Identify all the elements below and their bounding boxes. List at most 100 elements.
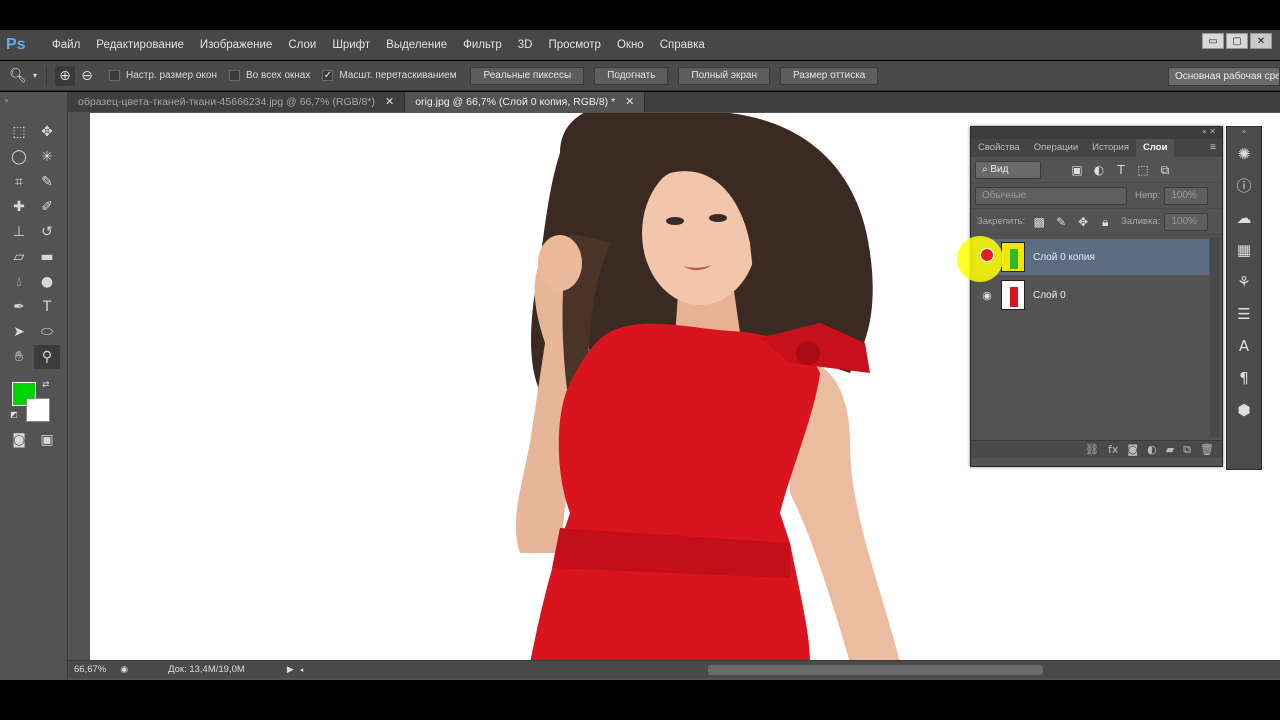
tab-actions[interactable]: Операции xyxy=(1027,139,1085,157)
lock-all-icon[interactable]: 🔒︎ xyxy=(1097,214,1113,230)
menu-select[interactable]: Выделение xyxy=(378,30,455,60)
checkmark-icon[interactable]: ✓ xyxy=(322,70,334,81)
image-filter-icon[interactable]: ▣ xyxy=(1069,162,1085,178)
marquee-tool-icon[interactable]: ⬚ xyxy=(6,120,32,144)
info-icon[interactable]: ⓘ xyxy=(1227,172,1261,200)
lock-pixels-icon[interactable]: ✎ xyxy=(1053,214,1069,230)
eyedropper-icon[interactable]: ✎ xyxy=(34,170,60,194)
eraser-tool-icon[interactable]: ▱ xyxy=(6,245,32,269)
path-selection-icon[interactable]: ➤ xyxy=(6,320,32,344)
magic-wand-icon[interactable]: ✳ xyxy=(34,145,60,169)
checkbox-box[interactable] xyxy=(229,70,240,81)
menu-type[interactable]: Шрифт xyxy=(324,30,378,60)
fit-screen-button[interactable]: Подогнать xyxy=(594,66,669,85)
crop-tool-icon[interactable]: ⌗ xyxy=(6,170,32,194)
pen-tool-icon[interactable]: ✒ xyxy=(6,295,32,319)
ellipse-tool-icon[interactable]: ⬭ xyxy=(34,320,60,344)
quick-mask-icon[interactable]: ◙ xyxy=(6,428,32,452)
type-tool-icon[interactable]: T xyxy=(34,295,60,319)
background-color-swatch[interactable] xyxy=(26,398,50,422)
blend-mode-select[interactable]: Обычные xyxy=(975,186,1127,205)
menu-filter[interactable]: Фильтр xyxy=(455,30,510,60)
3d-icon[interactable]: ⬢ xyxy=(1227,396,1261,424)
minimize-button[interactable]: ▭ xyxy=(1202,33,1224,49)
zoom-tool-icon[interactable]: ⚲ xyxy=(34,345,60,369)
type-filter-icon[interactable]: T xyxy=(1113,162,1129,178)
lasso-tool-icon[interactable]: ◯ xyxy=(6,145,32,169)
close-tab-icon[interactable]: ✕ xyxy=(625,92,634,112)
navigator-icon[interactable]: ☁ xyxy=(1227,204,1261,232)
delete-layer-icon[interactable]: 🗑︎ xyxy=(1200,443,1214,456)
close-tab-icon[interactable]: ✕ xyxy=(385,92,394,112)
link-layers-icon[interactable]: ⛓ xyxy=(1085,443,1099,456)
tab-document-1[interactable]: образец-цвета-тканей-ткани-45666234.jpg … xyxy=(68,92,406,112)
tab-history[interactable]: История xyxy=(1085,139,1136,157)
toolbox-collapse-icon[interactable]: » xyxy=(4,96,9,105)
zoom-level[interactable]: 66,67% xyxy=(74,664,106,675)
dock-collapse-icon[interactable]: » xyxy=(1227,127,1261,136)
hand-tool-icon[interactable]: ✋︎ xyxy=(6,345,32,369)
layer-filter-select[interactable]: ⌕ Вид xyxy=(975,160,1041,179)
layer-row[interactable]: ● Слой 0 копия xyxy=(973,239,1209,275)
brush-tool-icon[interactable]: ✐ xyxy=(34,195,60,219)
close-button[interactable]: ✕ xyxy=(1250,33,1272,49)
history-brush-icon[interactable]: ↺ xyxy=(34,220,60,244)
print-size-button[interactable]: Размер оттиска xyxy=(779,66,879,85)
resize-windows-checkbox[interactable]: Настр. размер окон xyxy=(109,70,217,81)
status-menu-icon[interactable]: ◉ xyxy=(120,664,128,675)
smart-object-filter-icon[interactable]: ⧉ xyxy=(1157,162,1173,178)
tab-document-2[interactable]: orig.jpg @ 66,7% (Слой 0 копия, RGB/8) *… xyxy=(405,92,646,112)
opacity-field[interactable]: 100% xyxy=(1164,186,1209,205)
menu-image[interactable]: Изображение xyxy=(192,30,280,60)
default-colors-icon[interactable]: ◩ xyxy=(10,410,18,419)
collapse-icon[interactable]: « ✕ xyxy=(1202,127,1216,136)
horizontal-scrollbar[interactable] xyxy=(708,665,1043,675)
lock-transparency-icon[interactable]: ▩ xyxy=(1031,214,1047,230)
layers-scrollbar[interactable] xyxy=(1210,237,1220,437)
menu-file[interactable]: Файл xyxy=(44,30,88,60)
all-windows-checkbox[interactable]: Во всех окнах xyxy=(229,70,310,81)
panel-menu-icon[interactable]: ≡ xyxy=(1210,139,1216,157)
menu-view[interactable]: Просмотр xyxy=(540,30,609,60)
adjustments-icon[interactable]: ☰ xyxy=(1227,300,1261,328)
menu-window[interactable]: Окно xyxy=(609,30,652,60)
color-wheel-icon[interactable]: ✺ xyxy=(1227,140,1261,168)
workspace-selector[interactable]: Основная рабочая среда xyxy=(1168,67,1280,86)
dodge-tool-icon[interactable]: ● xyxy=(34,270,60,294)
restore-button[interactable]: ▢ xyxy=(1226,33,1248,49)
zoom-out-icon[interactable]: ⊖ xyxy=(77,66,97,86)
scrubby-zoom-checkbox[interactable]: ✓ Масшт. перетаскиванием xyxy=(322,70,456,81)
add-mask-icon[interactable]: ◙ xyxy=(1127,443,1138,456)
tab-layers[interactable]: Слои xyxy=(1136,139,1175,157)
lock-position-icon[interactable]: ✥ xyxy=(1075,214,1091,230)
actual-pixels-button[interactable]: Реальные пиксесы xyxy=(470,66,585,85)
scroll-left-icon[interactable]: ◂ xyxy=(300,666,304,674)
menu-layers[interactable]: Слои xyxy=(280,30,324,60)
shape-filter-icon[interactable]: ⬚ xyxy=(1135,162,1151,178)
chevron-down-icon[interactable]: ▾ xyxy=(30,66,40,86)
paragraph-icon[interactable]: ¶ xyxy=(1227,364,1261,392)
status-arrow-icon[interactable]: ▶ xyxy=(287,664,294,675)
adjustment-layer-icon[interactable]: ◐ xyxy=(1147,443,1157,456)
layer-row[interactable]: ◉ Слой 0 xyxy=(973,277,1209,313)
fill-field[interactable]: 100% xyxy=(1164,212,1209,231)
gradient-tool-icon[interactable]: ▬ xyxy=(34,245,60,269)
swap-colors-icon[interactable]: ⇄ xyxy=(42,380,50,390)
move-tool-icon[interactable]: ✥ xyxy=(34,120,60,144)
new-layer-icon[interactable]: ⧉ xyxy=(1183,443,1191,457)
zoom-in-icon[interactable]: ⊕ xyxy=(55,65,75,86)
menu-3d[interactable]: 3D xyxy=(510,30,541,60)
zoom-icon[interactable]: 🔍︎ xyxy=(8,66,28,86)
healing-brush-icon[interactable]: ✚ xyxy=(6,195,32,219)
brush-preset-icon[interactable]: ⚘ xyxy=(1227,268,1261,296)
swatches-icon[interactable]: ▦ xyxy=(1227,236,1261,264)
checkbox-box[interactable] xyxy=(109,70,120,81)
fill-screen-button[interactable]: Полный экран xyxy=(678,66,770,85)
visibility-eye-icon[interactable]: ◉ xyxy=(973,289,1001,302)
new-group-icon[interactable]: ▰ xyxy=(1166,443,1174,456)
screen-mode-icon[interactable]: ▣ xyxy=(34,428,60,452)
fx-icon[interactable]: fx xyxy=(1108,443,1118,456)
tab-properties[interactable]: Свойства xyxy=(971,139,1027,157)
blur-tool-icon[interactable]: 💧︎ xyxy=(6,270,32,294)
menu-edit[interactable]: Редактирование xyxy=(88,30,192,60)
